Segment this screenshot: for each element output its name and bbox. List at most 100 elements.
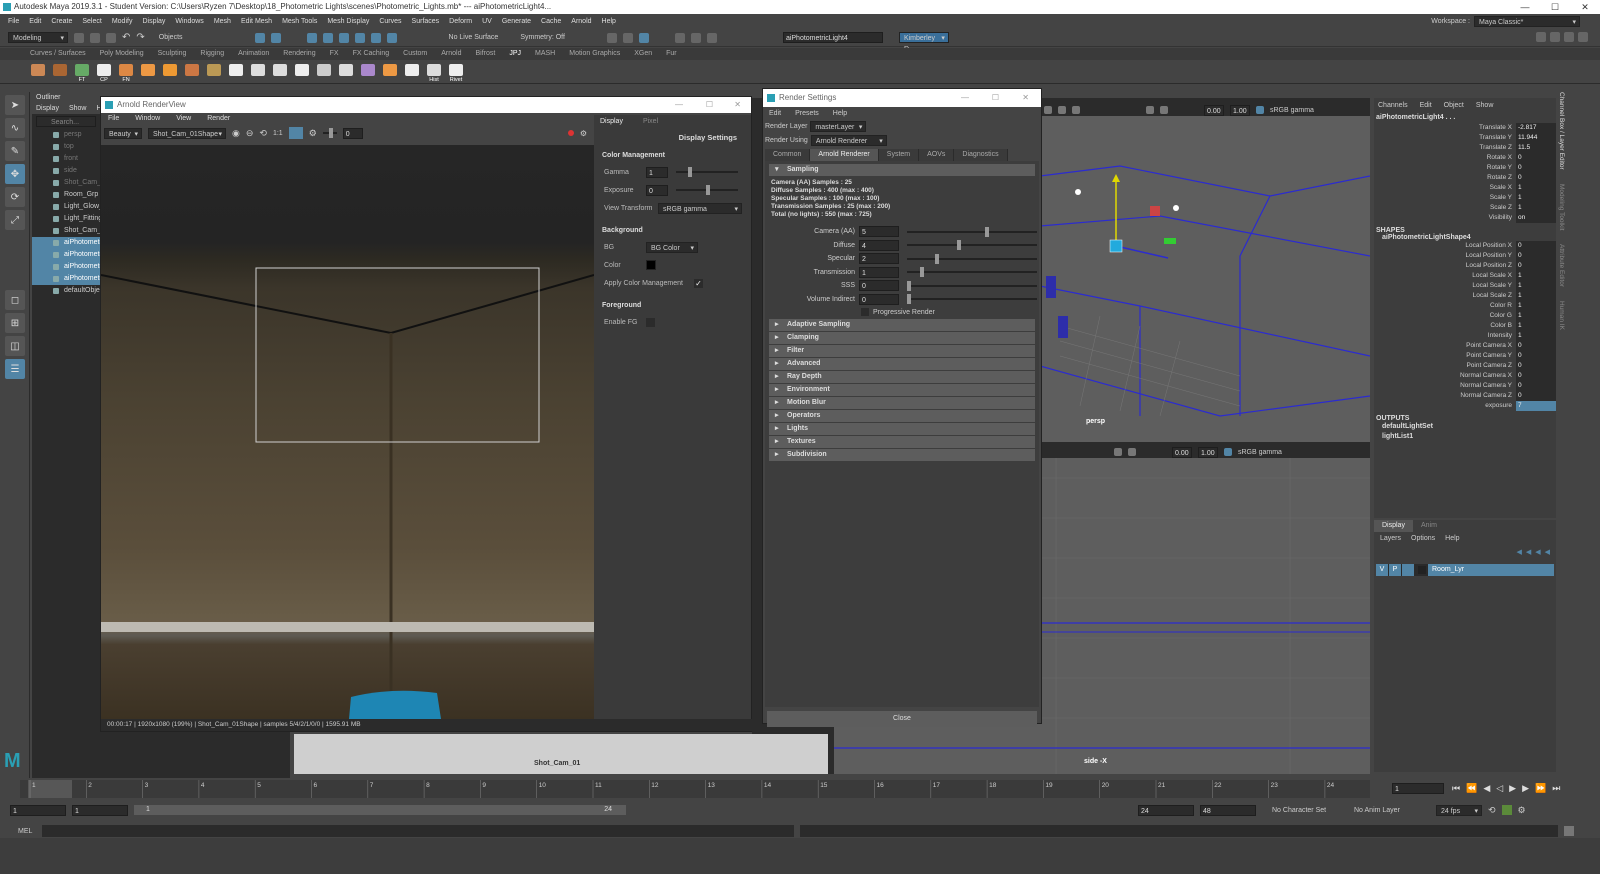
shelf-tab[interactable]: JPJ [509, 48, 521, 60]
time-slider-track[interactable] [20, 780, 1370, 798]
display-tab[interactable]: Display [600, 118, 623, 125]
wireframe-icon[interactable] [1072, 106, 1080, 114]
attribute-row[interactable]: Normal Camera Z 0 [1374, 391, 1556, 401]
display-tab[interactable]: Pixel [643, 118, 658, 125]
workspace-combo[interactable]: Maya Classic* [1474, 16, 1580, 28]
section-header[interactable]: Lights [769, 423, 1035, 435]
snap-grid-icon[interactable] [306, 32, 317, 43]
attribute-row[interactable]: Translate Y 11.944 [1374, 133, 1556, 143]
shelf-tab[interactable]: FX Caching [353, 48, 390, 60]
two-view-icon[interactable]: ◫ [5, 336, 25, 356]
sample-slider[interactable] [907, 267, 1037, 278]
minimize-icon[interactable]: — [1510, 0, 1540, 14]
maximize-icon[interactable]: ☐ [706, 97, 713, 113]
playback-start-field[interactable]: 1 [72, 804, 128, 816]
section-header[interactable]: Filter [769, 345, 1035, 357]
four-view-icon[interactable]: ⊞ [5, 313, 25, 333]
shelf-tool-icon[interactable] [228, 63, 244, 81]
render-settings-tab[interactable]: Diagnostics [954, 149, 1008, 161]
shelf-tool-icon[interactable] [30, 63, 46, 81]
attribute-row[interactable]: Point Camera X 0 [1374, 341, 1556, 351]
sample-input[interactable]: 4 [859, 239, 899, 251]
apply-cm-checkbox[interactable]: ✓ [694, 278, 703, 288]
move-layer-down-icon[interactable]: ◀ [1526, 548, 1531, 556]
attribute-value[interactable]: 0 [1516, 173, 1556, 183]
persp-color-space[interactable]: sRGB gamma [1270, 107, 1314, 114]
progressive-checkbox[interactable] [861, 308, 869, 316]
menu-edit[interactable]: Edit [29, 18, 41, 25]
close-icon[interactable]: ✕ [1570, 0, 1600, 14]
shape-name[interactable]: aiPhotometricLightShape4 [1374, 234, 1556, 241]
persp-viewport[interactable]: persp [1040, 116, 1370, 442]
shaded-icon[interactable] [1146, 106, 1154, 114]
sample-input[interactable]: 0 [859, 293, 899, 305]
attribute-row[interactable]: Local Scale Y 1 [1374, 281, 1556, 291]
attribute-row[interactable]: Local Position Y0 [1374, 251, 1556, 261]
layer-visibility[interactable]: V [1376, 564, 1388, 576]
channel-box-object[interactable]: aiPhotometricLight4 . . . [1374, 112, 1556, 123]
shelf-tab[interactable]: Arnold [441, 48, 461, 60]
gamma-input[interactable]: 1 [646, 166, 668, 178]
new-layer-icon[interactable]: ◀ [1535, 548, 1540, 556]
attribute-row[interactable]: Local Scale X 1 [1374, 271, 1556, 281]
shelf-tool-icon[interactable] [338, 63, 354, 81]
attribute-value[interactable]: 1 [1516, 183, 1556, 193]
ratio-button[interactable]: 1:1 [273, 130, 283, 137]
paint-select-icon[interactable]: ✎ [5, 141, 25, 161]
attribute-row[interactable]: Normal Camera Y 0 [1374, 381, 1556, 391]
attribute-value[interactable]: 1 [1516, 203, 1556, 213]
menu-mesh-tools[interactable]: Mesh Tools [282, 18, 317, 25]
fps-selector[interactable]: 24 fps [1436, 804, 1482, 817]
side-tab[interactable]: Attribute Editor [1558, 244, 1565, 287]
attribute-row[interactable]: Translate Z 11.5 [1374, 143, 1556, 153]
shelf-tab[interactable]: MASH [535, 48, 555, 60]
persp-gamma-field[interactable]: 1.00 [1230, 104, 1250, 116]
menu-deform[interactable]: Deform [449, 18, 472, 25]
attribute-editor-icon[interactable] [1550, 32, 1560, 42]
step-forward-icon[interactable]: ▶ [1522, 783, 1529, 794]
layer-editor-menu-item[interactable]: Help [1445, 535, 1459, 542]
channel-box-menu-item[interactable]: Channels [1378, 102, 1408, 109]
attribute-value[interactable]: 0 [1516, 153, 1556, 163]
snap-surface-icon[interactable] [370, 32, 381, 43]
section-header[interactable]: Subdivision [769, 449, 1035, 461]
layer-editor-menu-item[interactable]: Options [1411, 535, 1435, 542]
objects-selector[interactable]: Objects [159, 34, 183, 41]
render-settings-menu-item[interactable]: Presets [795, 110, 819, 117]
menu-mesh[interactable]: Mesh [214, 18, 231, 25]
menu-uv[interactable]: UV [482, 18, 492, 25]
attribute-row[interactable]: Translate X -2.817 [1374, 123, 1556, 133]
attribute-row[interactable]: Rotate Z 0 [1374, 173, 1556, 183]
render-frame-icon[interactable] [606, 32, 617, 43]
sample-slider[interactable] [907, 280, 1037, 291]
time-slider[interactable]: 123456789101112131415161718192021222324 … [0, 778, 1600, 800]
minimize-icon[interactable]: — [675, 97, 683, 113]
outliner-search[interactable]: Search... [36, 116, 96, 127]
snapshot-icon[interactable]: ⚙ [580, 129, 587, 138]
menu-generate[interactable]: Generate [502, 18, 531, 25]
stop-icon[interactable]: ⊖ [246, 128, 254, 139]
move-tool-icon[interactable]: ✥ [5, 164, 25, 184]
section-header[interactable]: Textures [769, 436, 1035, 448]
shelf-tool-icon[interactable] [250, 63, 266, 81]
attribute-row[interactable]: Local Position Z 0 [1374, 261, 1556, 271]
shelf-tab[interactable]: Bifrost [476, 48, 496, 60]
close-icon[interactable]: ✕ [734, 97, 741, 113]
loop-icon[interactable]: ⟲ [1488, 805, 1496, 816]
selected-name-field[interactable]: aiPhotometricLight4 [782, 32, 883, 43]
refresh-icon[interactable]: ⟲ [259, 128, 267, 139]
menu-windows[interactable]: Windows [175, 18, 203, 25]
attribute-row[interactable]: Normal Camera X 0 [1374, 371, 1556, 381]
shelf-tool-icon[interactable]: CP [96, 63, 112, 83]
side-color-space[interactable]: sRGB gamma [1238, 449, 1282, 456]
attribute-value[interactable]: 0 [1516, 351, 1556, 361]
menu-create[interactable]: Create [51, 18, 72, 25]
attribute-value[interactable]: 0 [1516, 163, 1556, 173]
attribute-row[interactable]: Color B 1 [1374, 321, 1556, 331]
layer-editor-tab[interactable]: Anim [1413, 520, 1445, 532]
modeling-toolkit-icon[interactable] [1536, 32, 1546, 42]
shelf-tool-icon[interactable]: FT [74, 63, 90, 83]
attribute-value[interactable]: 11.944 [1516, 133, 1556, 143]
tool-settings-icon[interactable] [1564, 32, 1574, 42]
channel-box-menu-item[interactable]: Object [1444, 102, 1464, 109]
